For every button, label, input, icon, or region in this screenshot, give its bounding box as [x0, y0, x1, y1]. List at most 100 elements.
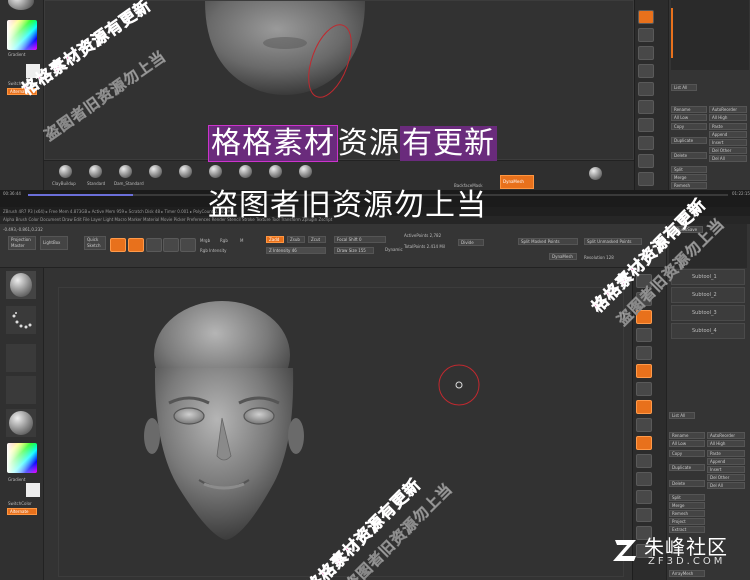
- z-intensity-slider[interactable]: Z Intensity 46: [266, 247, 326, 254]
- mrgb-label[interactable]: Mrgb: [200, 238, 210, 243]
- paste-button[interactable]: Paste: [709, 123, 747, 130]
- dynamic-toggle[interactable]: Dynamic: [385, 247, 403, 252]
- switch-color-label[interactable]: SwitchColor: [8, 501, 32, 506]
- material-icon[interactable]: [589, 167, 602, 180]
- rotate-icon[interactable]: [180, 238, 196, 252]
- actual-icon[interactable]: [636, 346, 652, 360]
- autoreorder-button[interactable]: AutoReorder: [709, 106, 747, 113]
- frame-icon[interactable]: [638, 136, 654, 150]
- resolution-slider[interactable]: Resolution 128: [584, 255, 614, 260]
- xyz-icon[interactable]: [636, 418, 652, 432]
- split-button[interactable]: Split: [671, 166, 707, 173]
- split-unmasked-button[interactable]: Split Unmasked Points: [584, 238, 642, 245]
- alternate-button[interactable]: Alternate: [7, 508, 37, 515]
- zcut-button[interactable]: Zcut: [308, 236, 326, 243]
- alpha-thumbnail[interactable]: [6, 344, 36, 372]
- move-icon[interactable]: [146, 238, 162, 252]
- brush-thumbnail[interactable]: [6, 271, 36, 299]
- rename-button[interactable]: Rename: [671, 106, 707, 113]
- secondary-color-swatch[interactable]: [26, 483, 40, 497]
- insert-button[interactable]: Insert: [709, 139, 747, 146]
- texture-thumbnail[interactable]: [6, 376, 36, 404]
- brush-move-icon[interactable]: [149, 165, 162, 178]
- divide-button[interactable]: Divide: [458, 239, 484, 246]
- color-picker[interactable]: [7, 20, 37, 50]
- brush-damstandard-icon[interactable]: [119, 165, 132, 178]
- del-all-button[interactable]: Del All: [709, 155, 747, 162]
- remesh-button[interactable]: Remesh: [671, 182, 707, 189]
- material-thumbnail[interactable]: [6, 409, 36, 437]
- all-high-button[interactable]: All High: [707, 440, 745, 447]
- del-other-button[interactable]: Del Other: [709, 147, 747, 154]
- scroll-icon[interactable]: [638, 10, 654, 24]
- scale-icon[interactable]: [636, 472, 652, 486]
- aahalf-icon[interactable]: [638, 64, 654, 78]
- brush-hpolish-icon[interactable]: [179, 165, 192, 178]
- copy-button[interactable]: Copy: [671, 123, 707, 130]
- polyf-icon[interactable]: [636, 508, 652, 522]
- zsub-button[interactable]: Zsub: [287, 236, 305, 243]
- paste-button[interactable]: Paste: [707, 450, 745, 457]
- subtool-item[interactable]: Subtool_3: [671, 305, 745, 321]
- frame-icon[interactable]: [636, 436, 652, 450]
- list-all-button[interactable]: List All: [671, 84, 697, 91]
- focal-shift-slider[interactable]: Focal Shift 0: [334, 236, 386, 243]
- subtool-list[interactable]: [671, 0, 749, 70]
- brush-clay-icon[interactable]: [59, 165, 72, 178]
- zadd-button[interactable]: Zadd: [266, 236, 284, 243]
- material-sphere[interactable]: [8, 0, 34, 10]
- subtool-scrollbar[interactable]: [671, 8, 673, 58]
- scale-icon[interactable]: [163, 238, 179, 252]
- merge-button[interactable]: Merge: [671, 174, 707, 181]
- all-low-button[interactable]: All Low: [669, 440, 705, 447]
- duplicate-button[interactable]: Duplicate: [669, 464, 705, 471]
- insert-button[interactable]: Insert: [707, 466, 745, 473]
- split-masked-button[interactable]: Split Masked Points: [518, 238, 578, 245]
- persp-icon[interactable]: [636, 364, 652, 378]
- delete-button[interactable]: Delete: [671, 152, 707, 159]
- brush-trim-icon[interactable]: [269, 165, 282, 178]
- del-all-button[interactable]: Del All: [707, 482, 745, 489]
- move-icon[interactable]: [636, 454, 652, 468]
- append-button[interactable]: Append: [709, 131, 747, 138]
- color-picker[interactable]: [7, 443, 37, 473]
- quick-sketch-button[interactable]: Quick Sketch: [84, 236, 106, 250]
- draw-size-slider[interactable]: Draw Size 155: [334, 247, 374, 254]
- projection-master-button[interactable]: Projection Master: [8, 236, 36, 250]
- brush-standard-icon[interactable]: [89, 165, 102, 178]
- dynamesh-button[interactable]: DynaMesh: [500, 175, 534, 189]
- del-other-button[interactable]: Del Other: [707, 474, 745, 481]
- rotate-icon[interactable]: [638, 172, 654, 186]
- rgb-label[interactable]: Rgb: [220, 238, 228, 243]
- zoom-icon[interactable]: [636, 328, 652, 342]
- copy-button[interactable]: Copy: [669, 450, 705, 457]
- duplicate-button[interactable]: Duplicate: [671, 137, 707, 144]
- bottom-canvas[interactable]: [58, 287, 624, 577]
- local-icon[interactable]: [636, 400, 652, 414]
- floor-icon[interactable]: [636, 382, 652, 396]
- brush-extra-icon[interactable]: [299, 165, 312, 178]
- append-button[interactable]: Append: [707, 458, 745, 465]
- subtool-item[interactable]: Subtool_4: [671, 323, 745, 339]
- subtool-item[interactable]: Subtool_2: [671, 287, 745, 303]
- zoom-icon[interactable]: [638, 28, 654, 42]
- floor-icon[interactable]: [638, 100, 654, 114]
- delete-button[interactable]: Delete: [669, 480, 705, 487]
- remesh-button[interactable]: Remesh: [669, 510, 705, 517]
- stroke-thumbnail[interactable]: [6, 306, 36, 334]
- merge-button[interactable]: Merge: [669, 502, 705, 509]
- rename-button[interactable]: Rename: [669, 432, 705, 439]
- list-all-button[interactable]: List All: [669, 412, 695, 419]
- edit-icon[interactable]: [110, 238, 126, 252]
- actual-icon[interactable]: [638, 46, 654, 60]
- project-button[interactable]: Project: [669, 518, 705, 525]
- dynamesh-button[interactable]: DynaMesh: [549, 253, 577, 260]
- autoreorder-button[interactable]: AutoReorder: [707, 432, 745, 439]
- all-low-button[interactable]: All Low: [671, 114, 707, 121]
- move-icon[interactable]: [638, 154, 654, 168]
- all-high-button[interactable]: All High: [709, 114, 747, 121]
- draw-icon[interactable]: [128, 238, 144, 252]
- brush-inflate-icon[interactable]: [209, 165, 222, 178]
- m-label[interactable]: M: [240, 238, 243, 243]
- lightbox-button[interactable]: LightBox: [40, 236, 68, 250]
